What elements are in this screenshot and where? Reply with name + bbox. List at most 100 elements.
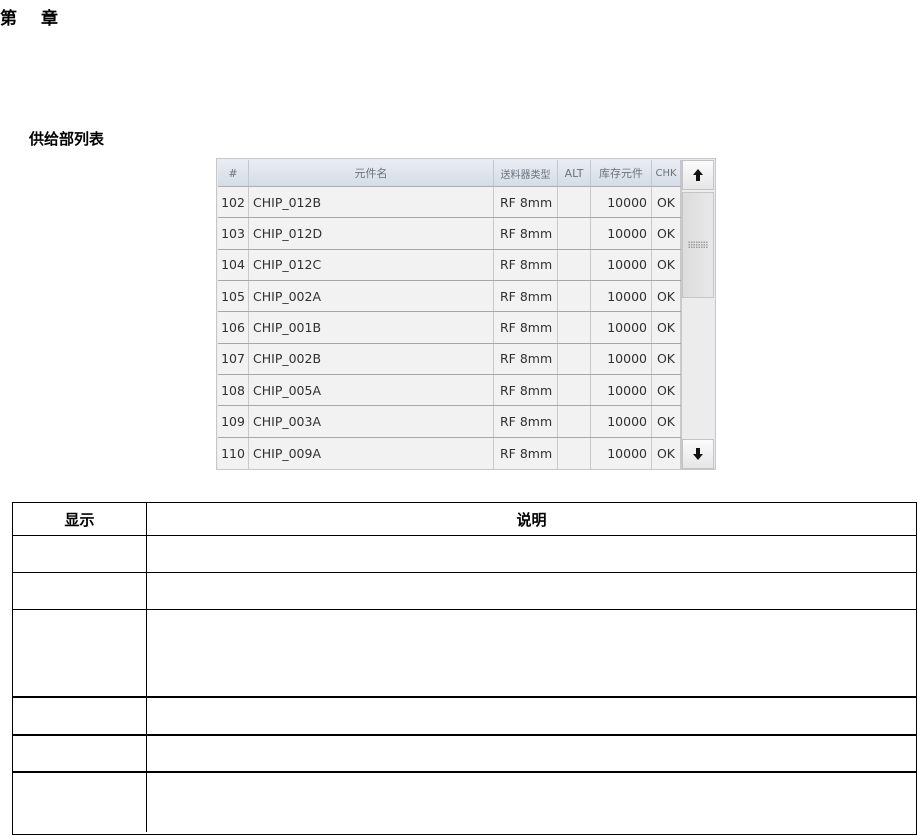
cell-feeder-type: RF 8mm <box>494 187 558 218</box>
cell-feeder-type: RF 8mm <box>494 374 558 406</box>
table-row <box>13 536 916 573</box>
table-row <box>13 773 916 832</box>
cell-part-name: CHIP_012D <box>249 218 494 249</box>
cell-alt <box>558 249 591 280</box>
cell-feeder-type: RF 8mm <box>494 249 558 280</box>
arrow-up-icon <box>693 169 703 181</box>
column-header-number[interactable]: # <box>218 160 249 186</box>
grip-icon <box>688 241 708 249</box>
cell-check: OK <box>652 280 681 312</box>
cell-number: 110 <box>218 437 249 469</box>
cell-number: 103 <box>218 218 249 249</box>
chapter-label-first: 第 <box>0 9 19 29</box>
table-row <box>13 573 916 610</box>
scroll-up-button[interactable] <box>682 160 714 190</box>
header-description: 说明 <box>516 510 547 529</box>
cell-stock: 10000 <box>591 406 652 437</box>
cell-part-name: CHIP_012C <box>249 249 494 280</box>
cell-alt <box>558 374 591 406</box>
table-row[interactable]: 109 CHIP_003A RF 8mm 10000 OK <box>218 406 681 438</box>
column-header-alt[interactable]: ALT <box>558 160 591 186</box>
cell-part-name: CHIP_001B <box>249 312 494 343</box>
cell-part-name: CHIP_012B <box>249 187 494 218</box>
cell-description <box>147 610 916 696</box>
cell-alt <box>558 343 591 374</box>
column-header-stock[interactable]: 库存元件 <box>591 160 652 186</box>
cell-description <box>147 773 916 832</box>
cell-feeder-type: RF 8mm <box>494 406 558 437</box>
cell-display <box>13 698 147 734</box>
table-row[interactable]: 103 CHIP_012D RF 8mm 10000 OK <box>218 218 681 250</box>
cell-feeder-type: RF 8mm <box>494 218 558 249</box>
cell-number: 107 <box>218 343 249 374</box>
table-row <box>13 610 916 698</box>
table-row <box>13 698 916 736</box>
cell-part-name: CHIP_002A <box>249 280 494 312</box>
cell-stock: 10000 <box>591 249 652 280</box>
cell-stock: 10000 <box>591 343 652 374</box>
section-title: 供给部列表 <box>29 130 105 148</box>
table-row[interactable]: 105 CHIP_002A RF 8mm 10000 OK <box>218 280 681 313</box>
column-header-feeder-type[interactable]: 送料器类型 <box>494 160 558 186</box>
cell-number: 109 <box>218 406 249 437</box>
feeder-list-header: # 元件名 送料器类型 ALT 库存元件 CHK <box>218 160 681 187</box>
cell-check: OK <box>652 218 681 249</box>
cell-check: OK <box>652 406 681 437</box>
cell-feeder-type: RF 8mm <box>494 437 558 469</box>
table-row[interactable]: 106 CHIP_001B RF 8mm 10000 OK <box>218 312 681 344</box>
column-header-part-name[interactable]: 元件名 <box>249 160 494 186</box>
cell-display <box>13 536 147 572</box>
cell-alt <box>558 187 591 218</box>
cell-number: 105 <box>218 280 249 312</box>
cell-check: OK <box>652 437 681 469</box>
table-row <box>13 736 916 773</box>
cell-display <box>13 773 147 832</box>
cell-feeder-type: RF 8mm <box>494 312 558 343</box>
description-table-header: 显示 说明 <box>13 503 916 536</box>
cell-part-name: CHIP_005A <box>249 374 494 406</box>
arrow-down-icon <box>693 448 703 460</box>
cell-description <box>147 698 916 734</box>
cell-part-name: CHIP_002B <box>249 343 494 374</box>
cell-alt <box>558 312 591 343</box>
cell-stock: 10000 <box>591 280 652 312</box>
header-display: 显示 <box>13 503 147 535</box>
cell-check: OK <box>652 374 681 406</box>
cell-check: OK <box>652 187 681 218</box>
feeder-list-panel: # 元件名 送料器类型 ALT 库存元件 CHK 102 CHIP_012B R… <box>216 158 716 470</box>
cell-description <box>147 536 916 572</box>
cell-description <box>147 736 916 771</box>
column-header-check[interactable]: CHK <box>652 160 681 186</box>
scroll-down-button[interactable] <box>682 439 714 469</box>
cell-alt <box>558 280 591 312</box>
cell-stock: 10000 <box>591 218 652 249</box>
table-row[interactable]: 107 CHIP_002B RF 8mm 10000 OK <box>218 343 681 375</box>
description-table: 显示 说明 <box>12 502 917 835</box>
cell-check: OK <box>652 249 681 280</box>
cell-display <box>13 736 147 771</box>
chapter-label-second: 章 <box>41 9 60 29</box>
cell-stock: 10000 <box>591 312 652 343</box>
cell-display <box>13 610 147 696</box>
cell-stock: 10000 <box>591 187 652 218</box>
cell-feeder-type: RF 8mm <box>494 343 558 374</box>
table-row[interactable]: 110 CHIP_009A RF 8mm 10000 OK <box>218 437 681 469</box>
cell-stock: 10000 <box>591 437 652 469</box>
cell-alt <box>558 218 591 249</box>
table-row[interactable]: 104 CHIP_012C RF 8mm 10000 OK <box>218 249 681 281</box>
cell-part-name: CHIP_003A <box>249 406 494 437</box>
cell-number: 104 <box>218 249 249 280</box>
cell-alt <box>558 406 591 437</box>
cell-part-name: CHIP_009A <box>249 437 494 469</box>
cell-number: 102 <box>218 187 249 218</box>
table-row[interactable]: 108 CHIP_005A RF 8mm 10000 OK <box>218 374 681 407</box>
scrollbar-thumb[interactable] <box>682 192 714 298</box>
cell-check: OK <box>652 312 681 343</box>
cell-description <box>147 573 916 609</box>
cell-display <box>13 573 147 609</box>
vertical-scrollbar[interactable] <box>681 160 714 469</box>
cell-alt <box>558 437 591 469</box>
table-row[interactable]: 102 CHIP_012B RF 8mm 10000 OK <box>218 187 681 219</box>
chapter-heading: 第章 <box>0 4 60 29</box>
cell-number: 108 <box>218 374 249 406</box>
